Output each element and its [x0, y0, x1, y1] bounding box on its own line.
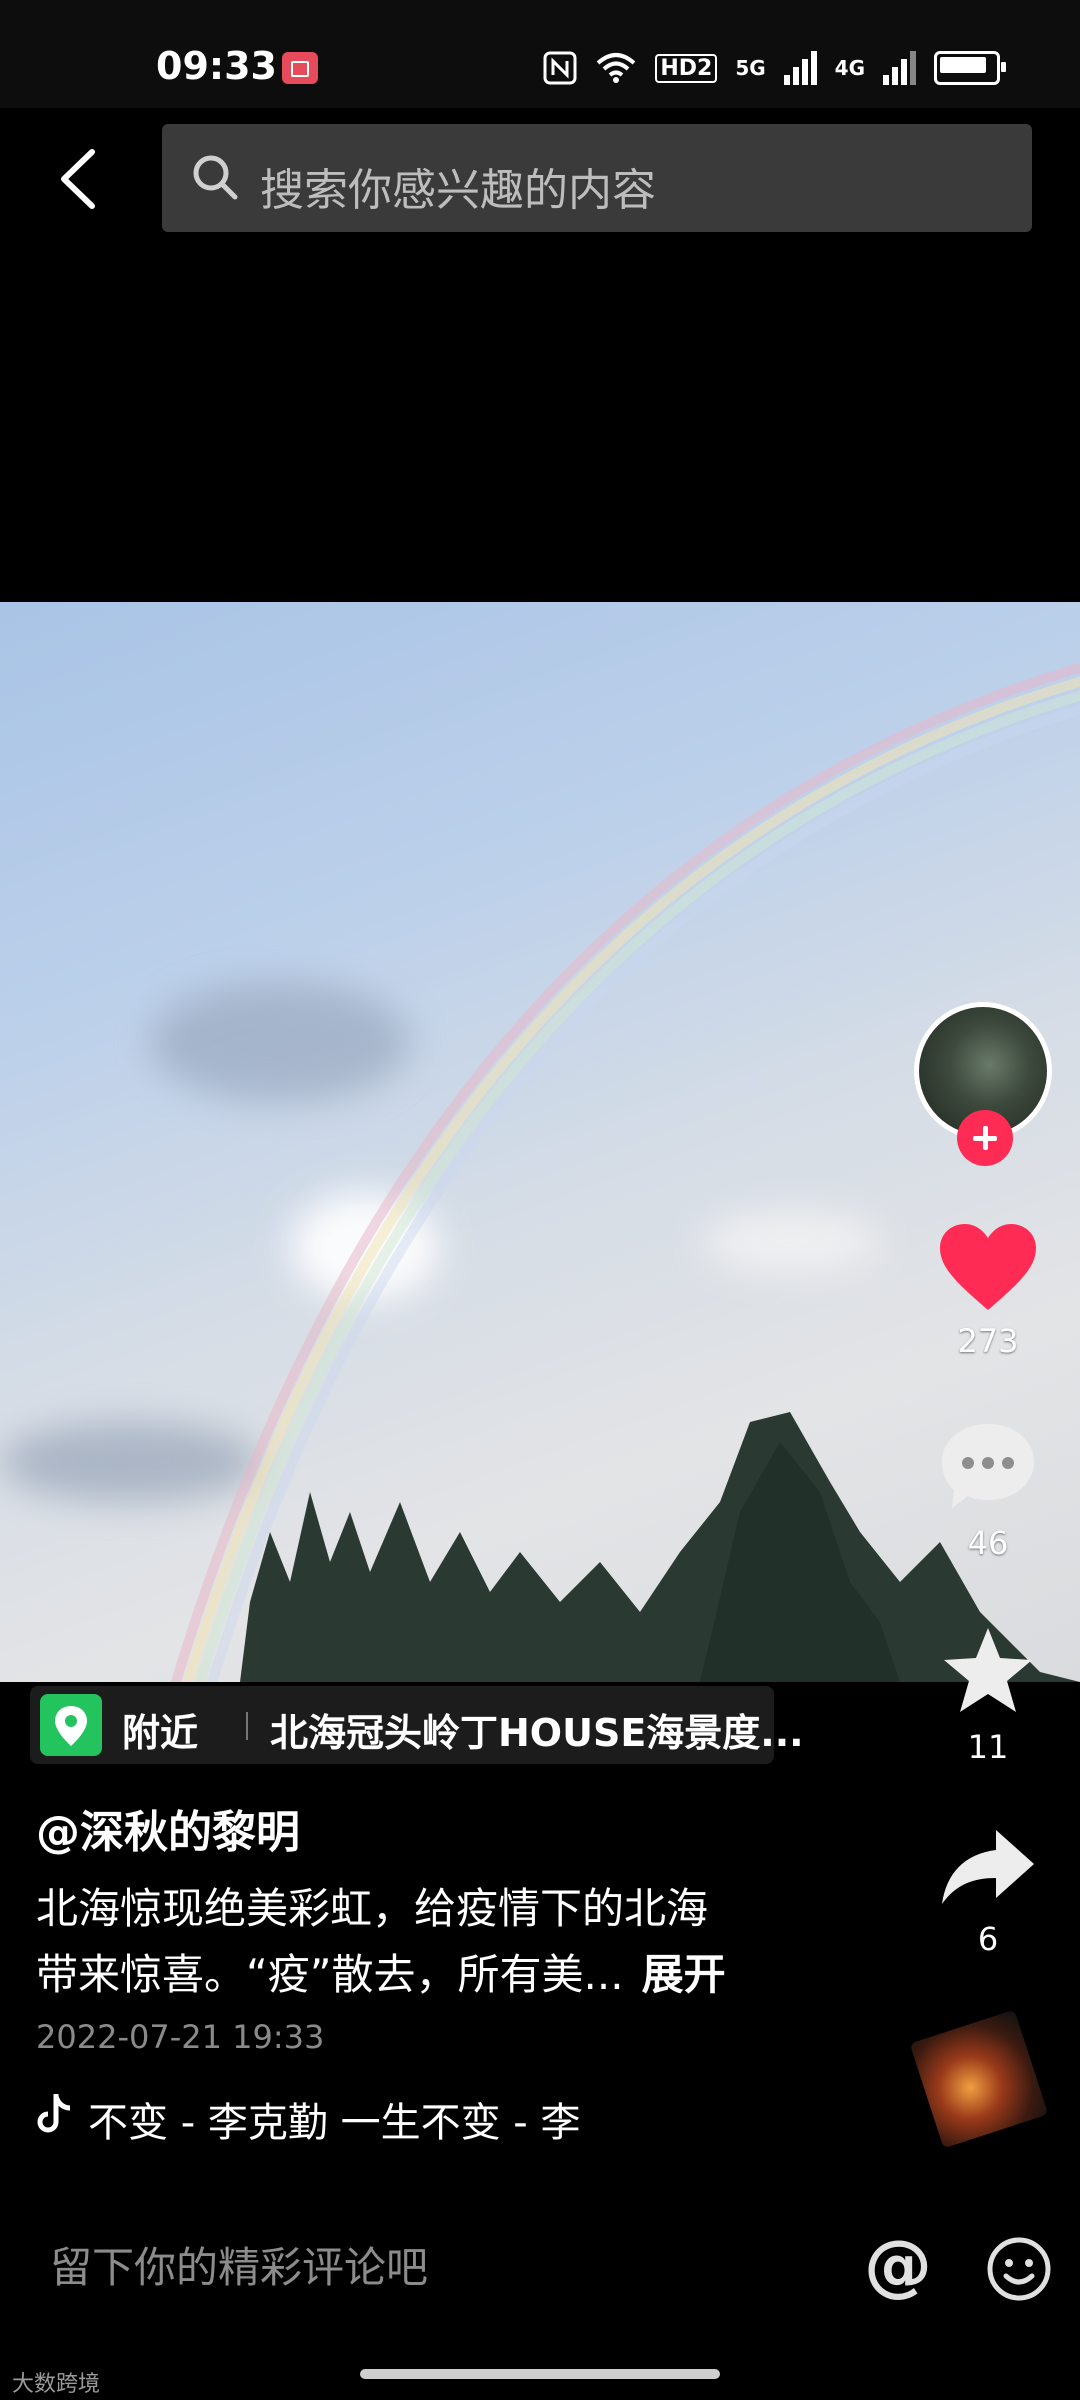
search-placeholder: 搜索你感兴趣的内容: [260, 165, 656, 216]
emoji-icon[interactable]: [986, 2236, 1052, 2302]
location-pin-icon: [40, 1694, 102, 1756]
music-marquee[interactable]: 不变 - 李克勤 一生不变 - 李: [88, 2090, 588, 2148]
favorite-star-icon[interactable]: [942, 1626, 1034, 1714]
author-name[interactable]: @深秋的黎明: [36, 1796, 300, 1860]
comment-icon[interactable]: [938, 1420, 1038, 1512]
status-icons: HD2 5G 4G: [543, 48, 1006, 88]
signal-4g-icon: [883, 51, 916, 85]
home-indicator[interactable]: [360, 2369, 720, 2379]
search-icon: [193, 155, 238, 200]
post-description: 北海惊现绝美彩虹，给疫情下的北海 带来惊喜。“疫”散去，所有美... 展开: [36, 1876, 796, 2008]
follow-button[interactable]: [957, 1110, 1013, 1166]
location-place-name: 北海冠头岭丁HOUSE海景度...: [270, 1711, 804, 1755]
location-nearby-label: 附近: [122, 1711, 199, 1755]
watermark: 大数跨境: [12, 2372, 101, 2397]
status-time: 09:33: [156, 44, 277, 88]
mention-at-icon[interactable]: @: [864, 2226, 932, 2305]
post-date: 2022-07-21 19:33: [36, 2018, 325, 2056]
battery-icon: [934, 51, 1006, 85]
like-icon[interactable]: [938, 1222, 1038, 1312]
favorite-count: 11: [967, 1728, 1009, 1766]
search-bar[interactable]: 搜索你感兴趣的内容: [162, 124, 1032, 232]
hd-voice-icon: HD2: [655, 53, 718, 83]
like-count: 273: [957, 1322, 1019, 1360]
desc-line-2-text: 带来惊喜。“疫”散去，所有美...: [36, 1950, 624, 1999]
signal-5g-icon: [783, 51, 817, 85]
status-bar: 09:33 HD2 5G 4G: [0, 0, 1080, 108]
nfc-icon: [543, 51, 577, 85]
expand-button[interactable]: 展开: [642, 1950, 726, 1999]
network-5g-label: 5G: [735, 56, 766, 80]
share-count: 6: [977, 1920, 999, 1958]
tiktok-music-icon: [37, 2094, 71, 2133]
share-arrow-icon[interactable]: [940, 1826, 1036, 1908]
location-chip[interactable]: 附近 北海冠头岭丁HOUSE海景度...: [30, 1686, 804, 1764]
location-separator: [246, 1712, 248, 1740]
back-icon[interactable]: [50, 146, 106, 212]
desc-line-1: 北海惊现绝美彩虹，给疫情下的北海: [36, 1884, 709, 1933]
wifi-icon: [597, 53, 636, 83]
comment-count: 46: [967, 1524, 1009, 1562]
comment-input[interactable]: 留下你的精彩评论吧: [50, 2234, 428, 2295]
desc-line-2: 带来惊喜。“疫”散去，所有美... 展开: [36, 1942, 796, 2008]
network-4g-label: 4G: [834, 56, 865, 80]
music-disc[interactable]: [909, 2009, 1049, 2149]
video-player[interactable]: [0, 602, 1080, 1682]
screen-record-icon: [282, 52, 318, 84]
